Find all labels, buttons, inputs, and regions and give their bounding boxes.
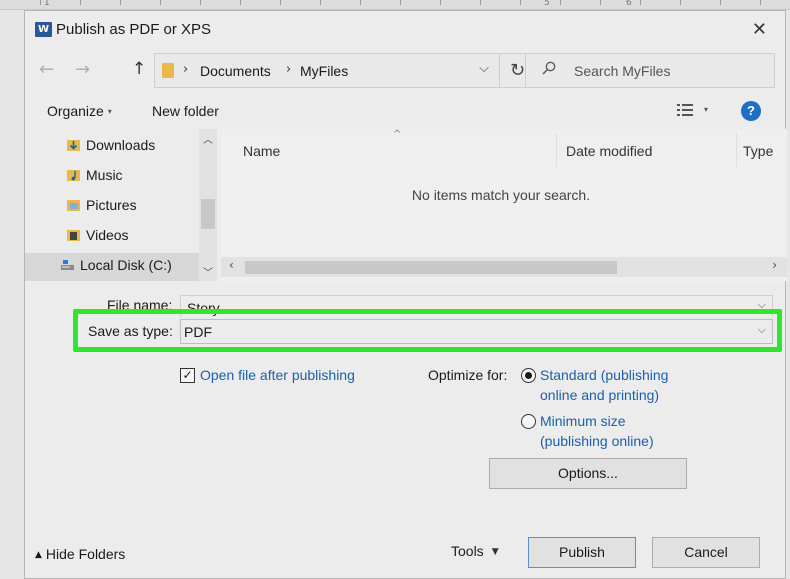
scrollbar-thumb[interactable] bbox=[201, 199, 215, 229]
document-ruler: 1 5 6 bbox=[0, 0, 790, 10]
organize-button[interactable]: Organize ▾ bbox=[47, 103, 112, 119]
close-icon[interactable]: ✕ bbox=[752, 19, 767, 40]
ruler-number: 5 bbox=[544, 0, 550, 8]
caret-down-icon: ▾ bbox=[107, 107, 112, 116]
view-options-icon[interactable] bbox=[677, 104, 693, 116]
minimum-option-line1[interactable]: Minimum size bbox=[540, 411, 626, 431]
sidebar-item-videos[interactable]: Videos bbox=[67, 227, 129, 243]
up-arrow-icon[interactable]: ↑ bbox=[132, 59, 146, 79]
sidebar-item-label: Local Disk (C:) bbox=[80, 257, 172, 273]
refresh-icon: ↻ bbox=[509, 60, 526, 81]
downloads-folder-icon bbox=[67, 140, 80, 151]
open-after-publishing-label[interactable]: Open file after publishing bbox=[200, 365, 355, 385]
window-title: Publish as PDF or XPS bbox=[56, 21, 212, 38]
folder-icon bbox=[162, 63, 174, 78]
hide-folders-label: Hide Folders bbox=[45, 546, 126, 562]
standard-option-line1[interactable]: Standard (publishing bbox=[540, 365, 668, 385]
search-placeholder: Search MyFiles bbox=[574, 63, 671, 79]
column-header-type[interactable]: Type bbox=[743, 143, 773, 159]
scroll-up-icon[interactable]: ︿ bbox=[203, 131, 213, 146]
command-toolbar: Organize ▾ New folder ▾ ? bbox=[25, 95, 785, 129]
search-icon bbox=[542, 61, 556, 75]
pictures-folder-icon bbox=[67, 200, 80, 211]
search-box[interactable]: Search MyFiles bbox=[525, 53, 775, 88]
chevron-down-icon[interactable]: ⌵ bbox=[479, 61, 489, 76]
videos-folder-icon bbox=[67, 230, 80, 241]
new-folder-button[interactable]: New folder bbox=[152, 103, 219, 119]
optimize-for-label: Optimize for: bbox=[428, 367, 508, 383]
scroll-right-icon[interactable]: › bbox=[772, 258, 777, 272]
cancel-button[interactable]: Cancel bbox=[652, 537, 760, 568]
sidebar-scrollbar[interactable]: ︿ ﹀ bbox=[199, 129, 217, 281]
title-bar: W Publish as PDF or XPS ✕ bbox=[25, 11, 785, 49]
forward-arrow-icon[interactable]: → bbox=[75, 59, 90, 80]
music-folder-icon bbox=[67, 170, 80, 181]
ruler-number: 1 bbox=[44, 0, 50, 8]
help-icon[interactable]: ? bbox=[741, 101, 761, 121]
column-header-name[interactable]: Name bbox=[243, 143, 280, 159]
file-list-horizontal-scrollbar[interactable]: ‹ › bbox=[221, 257, 787, 277]
breadcrumb-documents[interactable]: Documents bbox=[200, 63, 271, 79]
sidebar-item-downloads[interactable]: Downloads bbox=[67, 137, 155, 153]
minimum-option-line2[interactable]: (publishing online) bbox=[540, 431, 654, 451]
scroll-left-icon[interactable]: ‹ bbox=[229, 258, 234, 272]
tools-button[interactable]: Tools ▼ bbox=[451, 543, 499, 559]
sort-ascending-icon: ^ bbox=[393, 129, 402, 140]
tools-label: Tools bbox=[451, 543, 484, 559]
publish-dialog: W Publish as PDF or XPS ✕ ← → ↑ › Docume… bbox=[24, 10, 787, 579]
scroll-down-icon[interactable]: ﹀ bbox=[203, 264, 213, 279]
options-button[interactable]: Options... bbox=[489, 458, 687, 489]
back-arrow-icon[interactable]: ← bbox=[39, 59, 54, 80]
column-header-date-modified[interactable]: Date modified bbox=[566, 143, 652, 159]
open-after-publishing-checkbox[interactable]: ✓ bbox=[180, 368, 195, 383]
breadcrumb-separator-icon: › bbox=[286, 62, 292, 77]
sidebar-item-label: Downloads bbox=[86, 137, 156, 153]
sidebar-item-music[interactable]: Music bbox=[67, 167, 123, 183]
breadcrumb-myfiles[interactable]: MyFiles bbox=[300, 63, 348, 79]
scrollbar-thumb[interactable] bbox=[245, 261, 617, 274]
sidebar-item-label: Pictures bbox=[86, 197, 137, 213]
drive-icon bbox=[61, 260, 74, 270]
minimum-size-radio[interactable] bbox=[521, 414, 536, 429]
navigation-bar: ← → ↑ › Documents › MyFiles ⌵ ↻ Search M… bbox=[25, 53, 785, 89]
save-as-type-select[interactable]: PDF ⌵ bbox=[180, 319, 773, 344]
word-app-icon: W bbox=[35, 22, 52, 37]
caret-down-icon: ▼ bbox=[491, 547, 499, 557]
view-caret-icon[interactable]: ▾ bbox=[704, 105, 708, 114]
hide-folders-toggle[interactable]: ▲ Hide Folders bbox=[35, 546, 125, 562]
standard-radio[interactable] bbox=[521, 368, 536, 383]
ruler-number: 6 bbox=[626, 0, 632, 8]
sidebar-item-label: Music bbox=[86, 167, 123, 183]
save-as-type-label: Save as type: bbox=[88, 323, 173, 339]
navigation-pane: Downloads Music Pictures Videos Local Di… bbox=[25, 129, 217, 281]
sidebar-item-pictures[interactable]: Pictures bbox=[67, 197, 137, 213]
save-as-type-value: PDF bbox=[184, 324, 212, 340]
organize-label: Organize bbox=[47, 103, 104, 119]
publish-button[interactable]: Publish bbox=[528, 537, 636, 568]
address-bar[interactable]: › Documents › MyFiles ⌵ bbox=[154, 53, 500, 88]
standard-option-line2[interactable]: online and printing) bbox=[540, 385, 659, 405]
breadcrumb-separator-icon: › bbox=[183, 62, 189, 77]
sidebar-item-local-disk[interactable]: Local Disk (C:) bbox=[25, 253, 199, 281]
empty-message: No items match your search. bbox=[411, 187, 591, 203]
chevron-down-icon[interactable]: ⌵ bbox=[758, 323, 766, 337]
chevron-up-icon: ▲ bbox=[35, 550, 42, 560]
sidebar-item-label: Videos bbox=[86, 227, 129, 243]
